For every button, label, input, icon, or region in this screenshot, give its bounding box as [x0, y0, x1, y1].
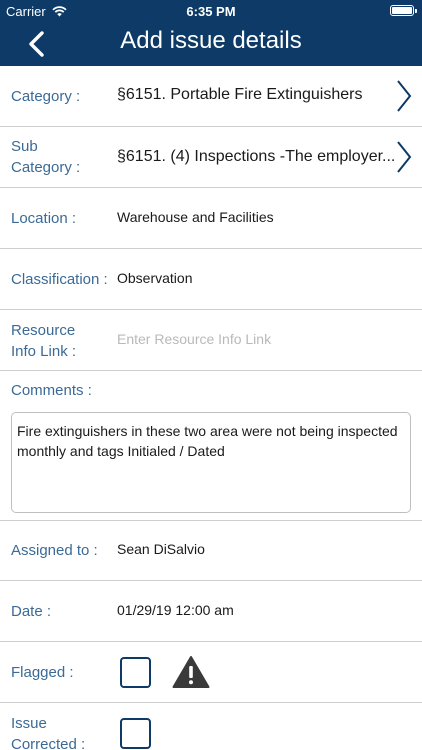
sub-category-row[interactable]: Sub Category : §6151. (4) Inspections -T… [0, 127, 422, 188]
battery-icon [390, 5, 417, 16]
resource-info-label-line2: Info Link : [11, 343, 77, 360]
sub-category-label-line1: Sub [11, 138, 38, 155]
assigned-to-label: Assigned to : [11, 542, 98, 559]
date-row[interactable]: Date : 01/29/19 12:00 am [0, 581, 422, 642]
comments-label: Comments : [11, 382, 92, 399]
category-label: Category : [11, 88, 81, 105]
resource-info-link-input[interactable]: Enter Resource Info Link [117, 331, 271, 347]
location-label: Location : [11, 210, 77, 227]
assigned-to-value: Sean DiSalvio [117, 541, 205, 557]
location-value: Warehouse and Facilities [117, 209, 274, 225]
issue-corrected-row: Issue Corrected : [0, 703, 422, 750]
status-time: 6:35 PM [186, 4, 236, 19]
page-title: Add issue details [120, 27, 302, 54]
classification-value: Observation [117, 270, 193, 286]
comments-textarea[interactable]: Fire extinguishers in these two area wer… [11, 412, 411, 513]
classification-label: Classification : [11, 271, 108, 288]
category-row[interactable]: Category : §6151. Portable Fire Extingui… [0, 66, 422, 127]
flagged-label: Flagged : [11, 664, 74, 681]
sub-category-label-line2: Category : [11, 159, 81, 176]
category-value: §6151. Portable Fire Extinguishers [117, 86, 363, 103]
status-bar: Carrier 6:35 PM [0, 0, 422, 22]
chevron-right-icon[interactable] [395, 79, 413, 113]
issue-corrected-label-line2: Corrected : [11, 736, 86, 750]
classification-row[interactable]: Classification : Observation [0, 249, 422, 310]
resource-info-link-row: Resource Info Link : Enter Resource Info… [0, 310, 422, 371]
location-row[interactable]: Location : Warehouse and Facilities [0, 188, 422, 249]
date-label: Date : [11, 603, 52, 620]
issue-corrected-label-line1: Issue [11, 715, 47, 732]
chevron-right-icon[interactable] [395, 140, 413, 174]
resource-info-label-line1: Resource [11, 322, 76, 339]
flagged-row: Flagged : [0, 642, 422, 703]
navigation-header: Carrier 6:35 PM Add issue details [0, 0, 422, 66]
sub-category-value: §6151. (4) Inspections -The employer... [117, 148, 396, 165]
assigned-to-row[interactable]: Assigned to : Sean DiSalvio [0, 521, 422, 581]
date-value: 01/29/19 12:00 am [117, 602, 234, 618]
issue-corrected-checkbox[interactable] [120, 718, 151, 749]
warning-triangle-icon[interactable] [172, 655, 210, 689]
flagged-checkbox[interactable] [120, 657, 151, 688]
